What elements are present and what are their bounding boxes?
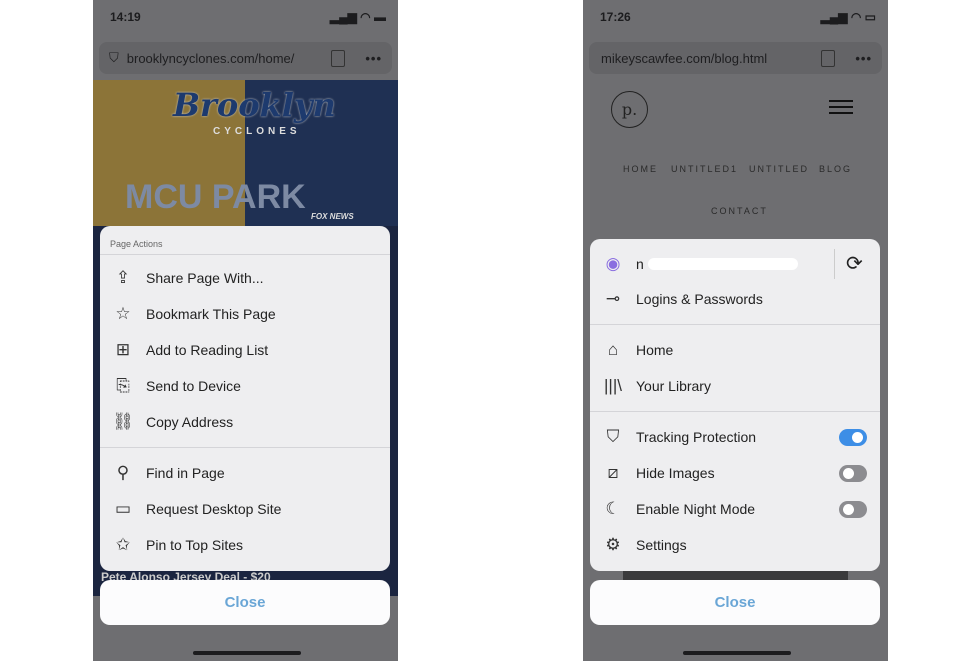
item-label: Home — [636, 342, 674, 358]
status-bar: 14:19 ▂▄▆ ◠ ▬ — [110, 10, 386, 24]
url-text[interactable]: mikeyscawfee.com/blog.html — [601, 51, 821, 66]
divider — [834, 249, 835, 279]
app-menu: ◉ n ⟳ ⊸ Logins & Passwords ⌂ Home |||\ Your… — [590, 239, 880, 571]
home-icon: ⌂ — [607, 340, 619, 359]
nav-contact[interactable]: CONTACT — [711, 206, 768, 216]
site-logo[interactable]: p. — [611, 91, 648, 128]
item-label: Hide Images — [636, 465, 715, 481]
nav-blog[interactable]: BLOG — [819, 164, 852, 174]
home-indicator[interactable] — [683, 651, 791, 655]
park-logo: MCU PARK — [125, 178, 306, 216]
menu-item-tracking-protection[interactable]: ⛉ Tracking Protection — [590, 419, 880, 455]
link-icon: ⛓ — [112, 412, 134, 431]
left-phone-screen: Brooklyn CYCLONES MCU PARK FOX NEWS Pete… — [93, 0, 398, 661]
item-label: Request Desktop Site — [146, 501, 282, 517]
avatar-icon: ◉ — [605, 254, 621, 273]
send-to-device-icon: ⎘ — [116, 376, 130, 395]
item-label: Your Library — [636, 378, 711, 394]
status-bar: 17:26 ▂▄▆ ◠ ▭ — [600, 10, 876, 24]
tracking-protection-toggle[interactable] — [839, 428, 867, 446]
reader-mode-icon[interactable] — [821, 49, 836, 67]
menu-item-share[interactable]: ⇪ Share Page With... — [100, 260, 390, 296]
page-actions-menu: Page Actions ⇪ Share Page With... ☆ Bookma… — [100, 226, 390, 571]
shield-icon[interactable]: ⛉ — [109, 50, 119, 66]
star-icon: ☆ — [115, 304, 131, 323]
item-label: Add to Reading List — [146, 342, 269, 358]
item-label: Send to Device — [146, 378, 241, 394]
url-text[interactable]: brooklyncyclones.com/home/ — [127, 51, 332, 66]
url-bar[interactable]: mikeyscawfee.com/blog.html ••• — [589, 42, 882, 74]
sync-icon[interactable]: ⟳ — [846, 251, 863, 276]
reader-mode-icon[interactable] — [331, 49, 346, 67]
item-label: Copy Address — [146, 414, 234, 430]
pin-icon: ✩ — [115, 535, 131, 554]
nav-untitled[interactable]: UNTITLED — [749, 164, 809, 174]
key-icon: ⊸ — [605, 289, 621, 308]
cyclones-text: CYCLONES — [213, 126, 301, 137]
gear-icon: ⚙ — [605, 535, 621, 554]
night-mode-toggle[interactable] — [839, 500, 867, 518]
more-icon[interactable]: ••• — [855, 51, 872, 66]
menu-item-copy-address[interactable]: ⛓ Copy Address — [100, 404, 390, 440]
menu-header: Page Actions — [110, 239, 163, 249]
moon-icon: ☾ — [605, 499, 621, 518]
menu-item-hide-images[interactable]: ⧄ Hide Images — [590, 455, 880, 491]
item-label: Enable Night Mode — [636, 501, 756, 517]
item-label: Pin to Top Sites — [146, 537, 244, 553]
menu-item-reading-list[interactable]: ⊞ Add to Reading List — [100, 332, 390, 368]
laptop-icon: ▭ — [114, 499, 132, 518]
menu-item-night-mode[interactable]: ☾ Enable Night Mode — [590, 491, 880, 527]
menu-item-home[interactable]: ⌂ Home — [590, 332, 880, 368]
hide-images-toggle[interactable] — [839, 464, 867, 482]
menu-item-bookmark[interactable]: ☆ Bookmark This Page — [100, 296, 390, 332]
menu-item-send-to-device[interactable]: ⎘ Send to Device — [100, 368, 390, 404]
right-phone-screen: 17:26 ▂▄▆ ◠ ▭ mikeyscawfee.com/blog.html … — [583, 0, 888, 661]
nav-home[interactable]: HOME — [623, 164, 658, 174]
item-label: Settings — [636, 537, 687, 553]
share-icon: ⇪ — [115, 268, 131, 287]
menu-item-settings[interactable]: ⚙ Settings — [590, 527, 880, 563]
url-bar[interactable]: ⛉ brooklyncyclones.com/home/ ••• — [99, 42, 392, 74]
item-label: Bookmark This Page — [146, 306, 276, 322]
menu-item-library[interactable]: |||\ Your Library — [590, 368, 880, 404]
item-label: Tracking Protection — [636, 429, 757, 445]
redacted-account — [647, 258, 798, 270]
nav-untitled1[interactable]: UNTITLED1 — [671, 164, 738, 174]
menu-item-request-desktop[interactable]: ▭ Request Desktop Site — [100, 491, 390, 527]
account-row[interactable]: ◉ n — [590, 246, 880, 282]
account-name: n — [636, 256, 644, 272]
item-label: Find in Page — [146, 465, 225, 481]
home-indicator[interactable] — [193, 651, 301, 655]
menu-item-logins[interactable]: ⊸ Logins & Passwords — [590, 281, 880, 317]
reading-list-icon: ⊞ — [115, 340, 131, 359]
hamburger-menu-icon[interactable] — [829, 100, 853, 114]
hide-images-icon: ⧄ — [607, 463, 619, 482]
search-icon: ⚲ — [116, 463, 130, 482]
brooklyn-logo: Brooklyn — [173, 86, 336, 124]
more-icon[interactable]: ••• — [365, 51, 382, 66]
library-icon: |||\ — [604, 376, 622, 395]
item-label: Share Page With... — [146, 270, 264, 286]
item-label: Logins & Passwords — [636, 291, 763, 307]
close-button[interactable]: Close — [590, 580, 880, 625]
shield-icon: ⛉ — [606, 427, 620, 446]
menu-item-pin-top-sites[interactable]: ✩ Pin to Top Sites — [100, 527, 390, 563]
tagline: FOX NEWS — [311, 212, 354, 221]
close-button[interactable]: Close — [100, 580, 390, 625]
menu-item-find-in-page[interactable]: ⚲ Find in Page — [100, 455, 390, 491]
